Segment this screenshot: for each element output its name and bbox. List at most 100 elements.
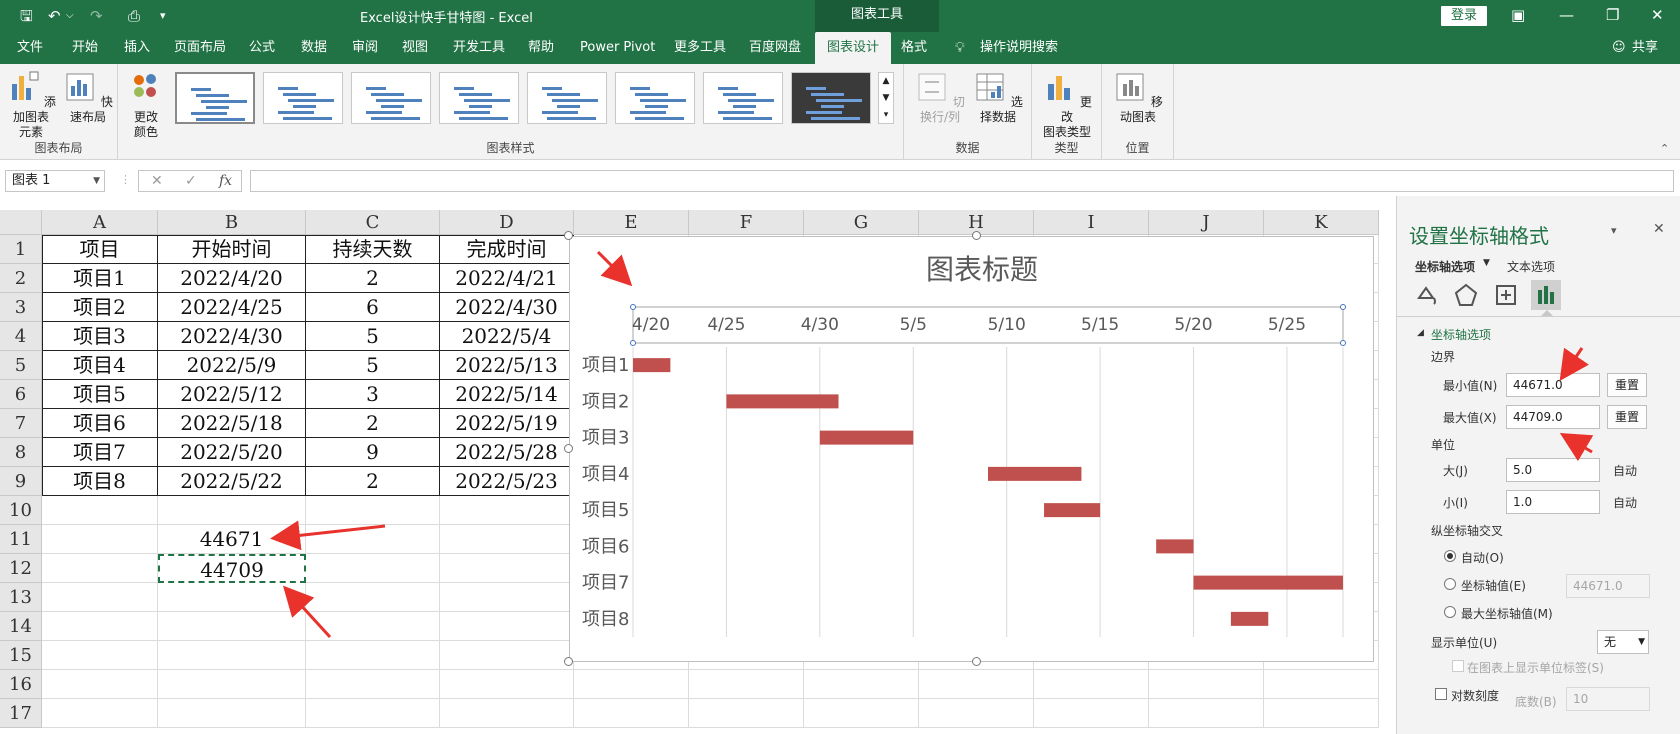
sheet-cell[interactable] (306, 525, 440, 554)
table-cell[interactable]: 2022/5/18 (158, 409, 306, 438)
sheet-cell[interactable] (158, 699, 306, 728)
section-collapse-icon[interactable]: ◢ (1417, 328, 1424, 338)
tab-baidu-netdisk[interactable]: 百度网盘 (749, 32, 801, 64)
tab-view[interactable]: 视图 (402, 32, 428, 64)
sheet-cell[interactable] (440, 554, 574, 583)
minor-unit-input[interactable]: 1.0 (1506, 490, 1600, 514)
chart-style-thumbnail[interactable] (351, 72, 431, 124)
select-all-corner[interactable] (0, 210, 42, 235)
sheet-cell[interactable] (1264, 670, 1379, 699)
fill-line-icon[interactable] (1411, 280, 1441, 310)
table-cell[interactable]: 2022/5/20 (158, 438, 306, 467)
sheet-cell[interactable] (919, 670, 1034, 699)
table-header-cell[interactable]: 开始时间 (158, 235, 306, 264)
name-box[interactable]: 图表 1 ▼ (5, 170, 105, 192)
sheet-cell[interactable] (158, 641, 306, 670)
log-scale-checkbox[interactable] (1435, 688, 1447, 700)
table-cell[interactable]: 2022/4/30 (440, 293, 574, 322)
column-header-j[interactable]: J (1149, 210, 1264, 235)
sheet-cell[interactable] (42, 612, 158, 641)
table-header-cell[interactable]: 持续天数 (306, 235, 440, 264)
insert-function-button[interactable]: fx (219, 171, 232, 191)
min-value-input[interactable]: 44671.0 (1506, 373, 1600, 397)
chart-resize-handle[interactable] (564, 231, 573, 240)
table-cell[interactable]: 项目1 (42, 264, 158, 293)
sheet-cell[interactable] (440, 670, 574, 699)
cancel-icon[interactable]: ✕ (151, 171, 163, 191)
major-unit-input[interactable]: 5.0 (1506, 458, 1600, 482)
tab-more-tools[interactable]: 更多工具 (674, 32, 726, 64)
row-header-13[interactable]: 13 (0, 583, 42, 612)
row-header-14[interactable]: 14 (0, 612, 42, 641)
tab-formulas[interactable]: 公式 (249, 32, 275, 64)
close-icon[interactable]: ✕ (1651, 6, 1664, 24)
table-cell[interactable]: 项目5 (42, 380, 158, 409)
sheet-cell[interactable] (1034, 699, 1149, 728)
tab-insert[interactable]: 插入 (124, 32, 150, 64)
table-cell[interactable]: 2022/5/13 (440, 351, 574, 380)
table-cell[interactable]: 2022/5/22 (158, 467, 306, 496)
sheet-cell[interactable] (158, 612, 306, 641)
sheet-cell[interactable] (1034, 670, 1149, 699)
display-units-select[interactable]: 无 ▼ (1597, 630, 1649, 654)
row-header-11[interactable]: 11 (0, 525, 42, 554)
switch-row-column-button[interactable]: 切换行/列 (912, 70, 968, 125)
tab-power-pivot[interactable]: Power Pivot (580, 32, 655, 64)
restore-icon[interactable]: ❐ (1606, 6, 1619, 24)
collapse-ribbon-icon[interactable]: ⌃ (1660, 142, 1669, 155)
tab-axis-options-dropdown-icon[interactable]: ▼ (1483, 258, 1490, 268)
row-header-2[interactable]: 2 (0, 264, 42, 293)
save-icon[interactable]: 🖫 (20, 7, 33, 25)
table-cell[interactable]: 项目6 (42, 409, 158, 438)
row-header-7[interactable]: 7 (0, 409, 42, 438)
row-header-4[interactable]: 4 (0, 322, 42, 351)
gantt-chart[interactable]: 图表标题 4/20 4/25 4/30 5/5 5/10 5/15 5/20 5/25 项目1 项目… (569, 236, 1374, 662)
column-header-f[interactable]: F (689, 210, 804, 235)
row-header-16[interactable]: 16 (0, 670, 42, 699)
show-unit-label-checkbox[interactable] (1452, 660, 1464, 672)
sheet-cell[interactable] (306, 554, 440, 583)
ribbon-display-icon[interactable]: ▣ (1511, 6, 1525, 24)
chart-resize-handle[interactable] (972, 231, 981, 240)
table-cell[interactable]: 2022/5/14 (440, 380, 574, 409)
sheet-cell[interactable] (804, 670, 919, 699)
change-chart-type-button[interactable]: 更改 图表类型 (1038, 70, 1096, 140)
change-colors-button[interactable]: 更改 颜色 (128, 70, 164, 140)
sheet-cell[interactable] (42, 641, 158, 670)
effects-icon[interactable] (1451, 280, 1481, 310)
tab-format[interactable]: 格式 (901, 32, 927, 64)
sheet-cell[interactable] (440, 525, 574, 554)
table-cell[interactable]: 5 (306, 322, 440, 351)
sheet-cell[interactable] (440, 612, 574, 641)
tab-text-options[interactable]: 文本选项 (1507, 258, 1555, 275)
table-header-cell[interactable]: 完成时间 (440, 235, 574, 264)
row-header-9[interactable]: 9 (0, 467, 42, 496)
chart-style-thumbnail[interactable] (439, 72, 519, 124)
row-header-1[interactable]: 1 (0, 235, 42, 264)
column-header-e[interactable]: E (574, 210, 689, 235)
column-header-d[interactable]: D (440, 210, 574, 235)
column-header-c[interactable]: C (306, 210, 440, 235)
select-data-button[interactable]: 选择数据 (970, 70, 1026, 125)
chart-style-thumbnail[interactable] (527, 72, 607, 124)
axis-options-icon[interactable] (1531, 280, 1561, 310)
table-cell[interactable]: 2022/5/23 (440, 467, 574, 496)
sheet-cell[interactable] (306, 670, 440, 699)
print-preview-icon[interactable]: ⎙ (128, 7, 140, 25)
row-header-3[interactable]: 3 (0, 293, 42, 322)
column-header-i[interactable]: I (1034, 210, 1149, 235)
row-header-10[interactable]: 10 (0, 496, 42, 525)
table-cell[interactable]: 项目8 (42, 467, 158, 496)
table-cell[interactable]: 2 (306, 409, 440, 438)
table-cell[interactable]: 2022/5/19 (440, 409, 574, 438)
sheet-cell[interactable] (440, 496, 574, 525)
sheet-cell[interactable] (689, 670, 804, 699)
sheet-cell[interactable] (804, 699, 919, 728)
sheet-cell[interactable] (919, 699, 1034, 728)
quick-layout-button[interactable]: 快速布局 (62, 70, 114, 125)
chart-style-thumbnail[interactable] (615, 72, 695, 124)
sheet-cell[interactable] (440, 583, 574, 612)
name-box-dropdown-icon[interactable]: ▼ (93, 171, 100, 191)
undo-dropdown-icon[interactable]: ⌵ (66, 7, 74, 25)
table-cell[interactable]: 项目4 (42, 351, 158, 380)
